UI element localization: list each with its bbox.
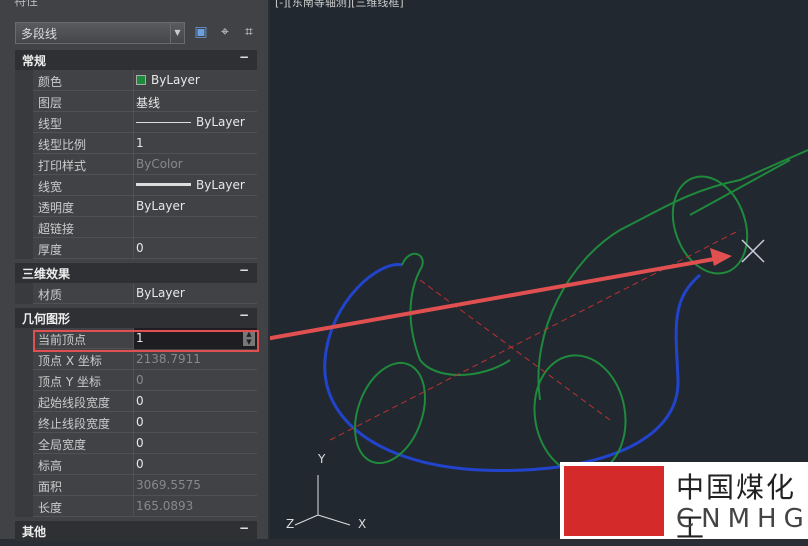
property-value[interactable]: ByLayer bbox=[133, 112, 257, 133]
property-value[interactable]: 基线 bbox=[133, 91, 257, 112]
property-value[interactable]: ByLayer bbox=[133, 283, 257, 304]
property-row[interactable]: 线型 ByLayer bbox=[33, 112, 257, 133]
collapse-icon[interactable]: − bbox=[239, 50, 249, 64]
drawing-svg bbox=[259, 149, 808, 526]
collapse-icon[interactable]: − bbox=[239, 521, 249, 535]
leader-arrow bbox=[259, 256, 721, 342]
chevron-down-icon[interactable]: ▼ bbox=[170, 23, 184, 43]
section-header[interactable]: 常规 − bbox=[15, 50, 257, 70]
property-row[interactable]: 图层 基线 bbox=[33, 91, 257, 112]
property-row[interactable]: 面积 3069.5575 bbox=[33, 475, 257, 496]
logo-en: CNMHG bbox=[676, 504, 808, 534]
object-type-select[interactable]: 多段线 ▼ bbox=[15, 22, 185, 44]
property-value[interactable]: 3069.5575 bbox=[133, 475, 257, 496]
property-value[interactable]: 165.0893 bbox=[133, 496, 257, 517]
arrow-head-icon bbox=[710, 248, 732, 266]
property-value[interactable]: 1 bbox=[133, 133, 257, 154]
drawing-canvas[interactable]: [-][东南等轴测][三维线框] Y X Z bbox=[259, 0, 808, 539]
add-selected-icon[interactable]: ▣ bbox=[192, 23, 210, 41]
viewport-label[interactable]: [-][东南等轴测][三维线框] bbox=[275, 0, 404, 10]
property-row[interactable]: 打印样式 ByColor bbox=[33, 154, 257, 175]
property-row[interactable]: 超链接 bbox=[33, 217, 257, 238]
property-value[interactable]: ByLayer bbox=[133, 196, 257, 217]
property-value[interactable]: 0 bbox=[133, 433, 257, 454]
watermark-logo: 中国煤化工 CNMHG bbox=[560, 462, 808, 544]
color-swatch-icon bbox=[136, 75, 146, 85]
property-row[interactable]: 颜色 ByLayer bbox=[33, 70, 257, 91]
property-row[interactable]: 透明度 ByLayer bbox=[33, 196, 257, 217]
property-row[interactable]: 材质 ByLayer bbox=[33, 283, 257, 304]
property-value[interactable]: 0 bbox=[133, 238, 257, 259]
green-curve-1 bbox=[401, 252, 511, 376]
property-row[interactable]: 厚度 0 bbox=[33, 238, 257, 259]
section-header[interactable]: 三维效果 − bbox=[15, 263, 257, 283]
collapse-icon[interactable]: − bbox=[239, 308, 249, 322]
green-curve-2 bbox=[537, 149, 808, 401]
line-preview-icon bbox=[136, 183, 191, 186]
panel-title: 特性 bbox=[14, 0, 39, 8]
property-value[interactable]: ByLayer bbox=[133, 70, 257, 91]
ucs-z-label: Z bbox=[286, 517, 295, 531]
property-value[interactable]: 0 bbox=[133, 391, 257, 412]
ucs-y-label: Y bbox=[318, 452, 326, 466]
property-value[interactable] bbox=[133, 217, 257, 238]
ucs-icon bbox=[294, 475, 351, 526]
property-value[interactable]: ByLayer bbox=[133, 175, 257, 196]
section-header[interactable]: 几何图形 − bbox=[15, 308, 257, 328]
section-header[interactable]: 其他 − bbox=[15, 521, 257, 541]
quick-select-icon[interactable]: ⌗ bbox=[240, 23, 258, 41]
property-row[interactable]: 终止线段宽度 0 bbox=[33, 412, 257, 433]
select-objects-icon[interactable]: ⌖ bbox=[216, 23, 234, 41]
current-vertex-highlight bbox=[33, 330, 259, 352]
property-row[interactable]: 线宽 ByLayer bbox=[33, 175, 257, 196]
property-row[interactable]: 长度 165.0893 bbox=[33, 496, 257, 517]
property-value[interactable]: 0 bbox=[133, 412, 257, 433]
ucs-x-label: X bbox=[358, 517, 367, 531]
property-row[interactable]: 标高 0 bbox=[33, 454, 257, 475]
properties-panel: 特性 多段线 ▼ ▣ ⌖ ⌗ 常规 − 颜色 ByLayer 图层 基线 线型 ByLayer 线… bbox=[0, 0, 268, 541]
property-row[interactable]: 顶点 X 坐标 2138.7911 bbox=[33, 349, 257, 370]
property-row[interactable]: 全局宽度 0 bbox=[33, 433, 257, 454]
collapse-icon[interactable]: − bbox=[239, 263, 249, 277]
property-value[interactable]: 0 bbox=[133, 454, 257, 475]
property-value[interactable]: 0 bbox=[133, 370, 257, 391]
object-type-value: 多段线 bbox=[21, 27, 58, 41]
line-preview-icon bbox=[136, 122, 191, 123]
green-ellipse-1 bbox=[354, 361, 426, 465]
property-value[interactable]: ByColor bbox=[133, 154, 257, 175]
property-row[interactable]: 起始线段宽度 0 bbox=[33, 391, 257, 412]
property-value[interactable]: 2138.7911 bbox=[133, 349, 257, 370]
property-row[interactable]: 顶点 Y 坐标 0 bbox=[33, 370, 257, 391]
property-row[interactable]: 线型比例 1 bbox=[33, 133, 257, 154]
